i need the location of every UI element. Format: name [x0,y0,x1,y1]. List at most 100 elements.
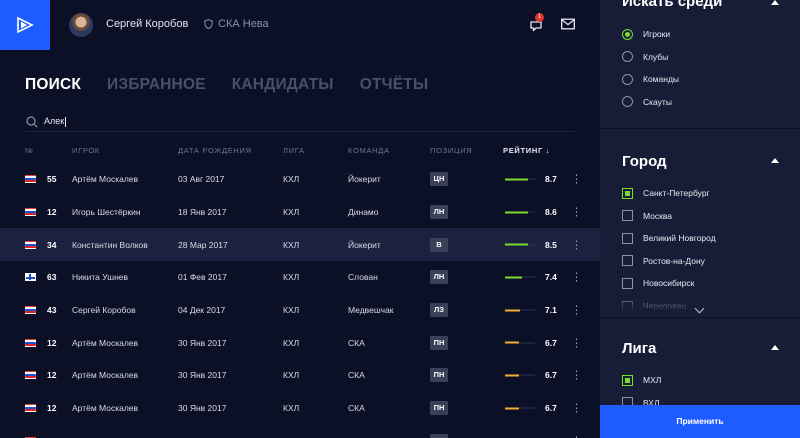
table-row[interactable]: 12Артём Москалев30 Янв 2017КХЛСКАПН6.7⋮ [0,392,600,425]
table-row[interactable]: 43 Сергей Коробов 04 Дек 2017 КХЛ Медвешчак Л… [0,294,600,327]
checkbox-option[interactable]: Великий Новгород [622,231,716,245]
more-icon[interactable]: ⋮ [571,238,582,251]
table-row[interactable]: 12Артём Москалев30 Янв 2017КХЛСКАПН6.7⋮ [0,425,600,438]
tabs: ПОИСК ИЗБРАННОЕ КАНДИДАТЫ ОТЧЁТЫ [25,76,428,94]
checkbox-option[interactable]: Ростов-на-Дону [622,254,705,268]
rating-bar [505,309,535,312]
players-table: 55 Артём Москалев 03 Авг 2017 КХЛ Йокерит ЦН 8… [0,163,600,438]
check-control[interactable] [622,232,633,244]
radio-option[interactable]: Команды [622,72,679,86]
notification-badge: 1 [535,13,544,22]
option-label: Ростов-на-Дону [643,255,705,266]
position-badge: ЛН [430,205,448,220]
col-position[interactable]: ПОЗИЦИЯ [430,146,472,155]
table-row[interactable]: 12Артём Москалев30 Янв 2017КХЛСКАПН6.7⋮ [0,326,600,359]
check-control[interactable] [622,374,633,386]
col-num[interactable]: № [25,146,34,155]
flag-icon [25,175,36,184]
table-row[interactable]: 55 Артём Москалев 03 Авг 2017 КХЛ Йокерит ЦН 8… [0,163,600,196]
user-name[interactable]: Сергей Коробов [106,18,188,30]
team-selector[interactable]: СКА Нева [204,18,269,30]
mail-icon[interactable] [561,18,575,30]
option-label: Скауты [643,96,672,107]
player-name[interactable]: Сергей Коробов [72,305,136,315]
player-name[interactable]: Артём Москалев [72,174,138,184]
city-section: Город Санкт-Петербург Москва Великий Новго… [600,129,800,317]
more-icon[interactable]: ⋮ [571,369,582,382]
top-bar: Сергей Коробов СКА Нева 1 [50,0,600,50]
more-icon[interactable]: ⋮ [571,402,582,415]
position-badge: ЦН [430,172,448,187]
checkbox-option[interactable]: Санкт-Петербург [622,186,710,200]
player-name[interactable]: Игорь Шестёркин [72,207,141,217]
more-icon[interactable]: ⋮ [571,304,582,317]
collapse-icon[interactable] [771,158,779,163]
table-row[interactable]: 34 Константин Волков 28 Мар 2017 КХЛ Йокерит… [0,228,600,262]
col-team[interactable]: КОМАНДА [348,146,390,155]
position-badge: В [430,237,448,252]
check-control[interactable] [622,255,633,267]
check-control[interactable] [622,187,633,199]
more-icon[interactable]: ⋮ [571,336,582,349]
flag-icon [25,240,36,249]
rating-bar-fill [505,407,519,410]
player-name[interactable]: Константин Волков [72,240,148,250]
player-name[interactable]: Артём Москалев [72,403,138,413]
checkbox-option[interactable]: Новосибирск [622,276,694,290]
more-icon[interactable]: ⋮ [571,173,582,186]
avatar[interactable] [69,13,93,37]
rating-value: 6.7 [545,403,557,414]
col-dob[interactable]: ДАТА РОЖДЕНИЯ [178,146,252,155]
team: Йокерит [348,174,381,185]
check-control[interactable] [622,277,633,289]
league-title: Лига [622,340,657,357]
team: СКА [348,337,365,348]
checkbox-option[interactable]: Москва [622,209,672,223]
player-number: 12 [47,207,57,218]
col-player[interactable]: ИГРОК [72,146,100,155]
table-row[interactable]: 12 Игорь Шестёркин 18 Янв 2017 КХЛ Динамо ЛН 8… [0,196,600,229]
flag-icon [25,338,36,347]
check-control[interactable] [622,210,633,222]
table-row[interactable]: 12Артём Москалев30 Янв 2017КХЛСКАПН6.7⋮ [0,359,600,392]
radio-control[interactable] [622,51,633,63]
col-rating[interactable]: РЕЙТИНГ ↓ [503,146,550,155]
birth-date: 18 Янв 2017 [178,207,227,218]
tab-reports[interactable]: ОТЧЁТЫ [360,76,429,94]
player-name[interactable]: Артём Москалев [72,370,138,380]
radio-option[interactable]: Клубы [622,50,668,64]
radio-option[interactable]: Игроки [622,27,670,41]
radio-control[interactable] [622,73,633,85]
tab-candidates[interactable]: КАНДИДАТЫ [232,76,334,94]
player-name[interactable]: Никита Ушнев [72,272,128,282]
more-icon[interactable]: ⋮ [571,271,582,284]
rating-bar-fill [505,276,522,279]
radio-option[interactable]: Скауты [622,95,672,109]
team: СКА [348,403,365,414]
col-league[interactable]: ЛИГА [283,146,305,155]
tab-favorites[interactable]: ИЗБРАННОЕ [107,76,206,94]
city-title: Город [622,153,667,170]
radio-control[interactable] [622,96,633,108]
option-label: Клубы [643,51,669,62]
tab-search[interactable]: ПОИСК [25,76,81,94]
apply-button[interactable]: Применить [600,405,800,438]
table-row[interactable]: 63 Никита Ушнев 01 Фев 2017 КХЛ Слован ЛН 7.4 ⋮ [0,261,600,294]
flag-icon [25,306,36,315]
flag-icon [25,208,36,217]
checkbox-option[interactable]: МХЛ [622,373,661,387]
team-name: СКА Нева [218,18,269,30]
option-label: Великий Новгород [643,233,716,244]
player-name[interactable]: Артём Москалев [72,338,138,348]
birth-date: 01 Фев 2017 [178,272,227,283]
team: Медвешчак [348,305,394,316]
search-input[interactable]: Алек [25,112,575,132]
position-badge: ЛН [430,270,448,285]
more-icon[interactable]: ⋮ [571,206,582,219]
more-icon[interactable]: ⋮ [571,434,582,438]
collapse-icon[interactable] [771,0,779,5]
search-icon [26,115,38,128]
radio-control[interactable] [622,28,633,40]
collapse-icon[interactable] [771,345,779,350]
app-logo[interactable] [0,0,50,50]
